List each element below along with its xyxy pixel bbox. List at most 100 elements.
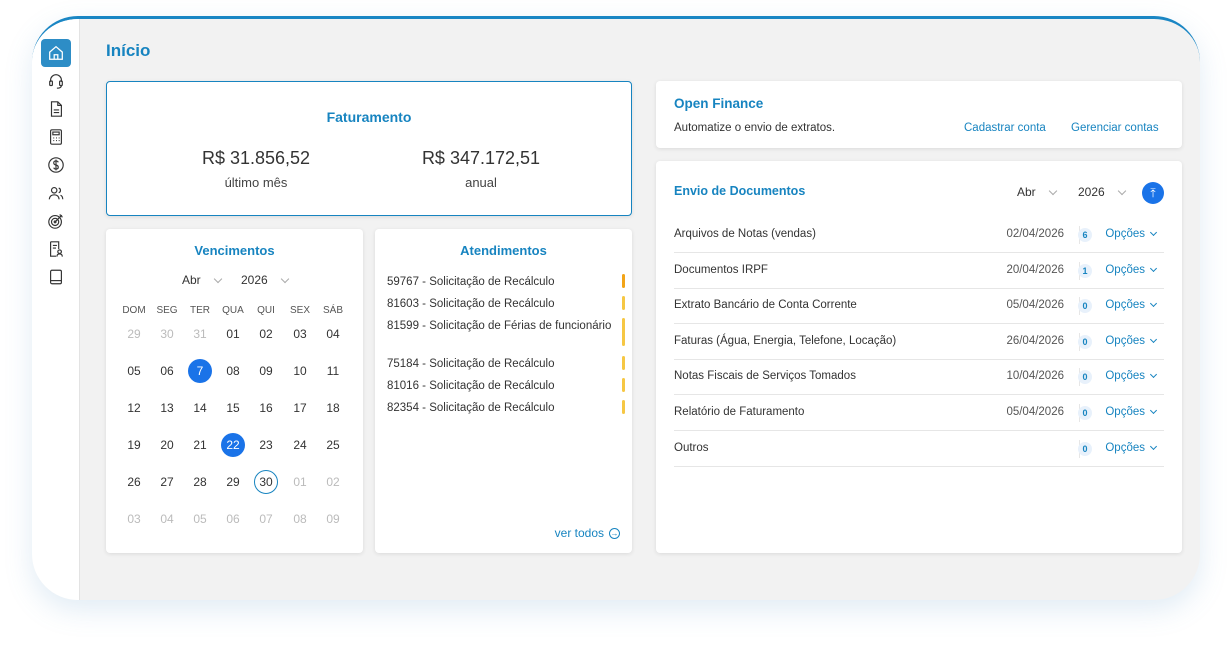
atendimento-item[interactable]: 75184 - Solicitação de Recálculo [387, 356, 625, 372]
calendar-day[interactable]: 10 [288, 359, 312, 383]
opcoes-dropdown[interactable]: Opções [1105, 370, 1158, 382]
calendar-day[interactable]: 06 [221, 507, 245, 531]
calendar-day[interactable]: 12 [122, 396, 146, 420]
calendar-day[interactable]: 16 [254, 396, 278, 420]
atendimento-item[interactable]: 81603 - Solicitação de Recálculo [387, 296, 625, 312]
calendar-day[interactable]: 29 [122, 322, 146, 346]
opcoes-dropdown[interactable]: Opções [1105, 406, 1158, 418]
faturamento-title: Faturamento [326, 109, 412, 125]
documento-row: Outros 0 Opções [674, 431, 1164, 467]
faturamento-anual-label: anual [465, 175, 497, 190]
envio-year-select[interactable]: 2026 [1078, 185, 1126, 199]
users-icon[interactable] [41, 179, 71, 207]
status-bar [622, 400, 625, 414]
calendar-day[interactable]: 02 [321, 470, 345, 494]
upload-button[interactable]: ⤒ [1142, 182, 1164, 204]
document-icon[interactable] [41, 95, 71, 123]
calendar-day[interactable]: 22 [221, 433, 245, 457]
calendar-day[interactable]: 20 [155, 433, 179, 457]
calendar-day[interactable]: 05 [188, 507, 212, 531]
calendar-day[interactable]: 21 [188, 433, 212, 457]
opcoes-dropdown[interactable]: Opções [1105, 228, 1158, 240]
calendar-day[interactable]: 15 [221, 396, 245, 420]
chevron-down-icon [1149, 300, 1158, 308]
atendimento-label: 82354 - Solicitação de Recálculo [387, 402, 555, 414]
calendar-day[interactable]: 07 [254, 507, 278, 531]
calendar-day[interactable]: 01 [288, 470, 312, 494]
calculator-icon[interactable] [41, 123, 71, 151]
calendar-day[interactable]: 09 [254, 359, 278, 383]
year-value: 2026 [1078, 185, 1105, 199]
calendar-day[interactable]: 08 [221, 359, 245, 383]
calendar-day[interactable]: 30 [155, 322, 179, 346]
calendar-day[interactable]: 19 [122, 433, 146, 457]
arrow-right-circle-icon: → [609, 527, 620, 539]
headset-icon[interactable] [41, 67, 71, 95]
status-bar [622, 274, 625, 288]
atendimento-item[interactable]: 81016 - Solicitação de Recálculo [387, 378, 625, 394]
calendar-day[interactable]: 14 [188, 396, 212, 420]
documento-name: Faturas (Água, Energia, Telefone, Locaçã… [674, 334, 897, 347]
atendimento-label: 59767 - Solicitação de Recálculo [387, 276, 555, 288]
opcoes-label: Opções [1105, 263, 1145, 276]
calendar-day[interactable]: 24 [288, 433, 312, 457]
calendar-day[interactable]: 28 [188, 470, 212, 494]
calendar-day[interactable]: 7 [188, 359, 212, 383]
calendar-day[interactable]: 03 [122, 507, 146, 531]
opcoes-dropdown[interactable]: Opções [1105, 263, 1158, 276]
gerenciar-contas-link[interactable]: Gerenciar contas [1071, 122, 1159, 134]
calendar-day[interactable]: 18 [321, 396, 345, 420]
documento-date: 05/04/2026 [1006, 406, 1064, 418]
year-value: 2026 [241, 273, 268, 287]
cadastrar-conta-link[interactable]: Cadastrar conta [964, 122, 1046, 134]
calendar-day[interactable]: 09 [321, 507, 345, 531]
envio-month-select[interactable]: Abr [1017, 185, 1057, 199]
calendar-day[interactable]: 06 [155, 359, 179, 383]
calendar-day[interactable]: 13 [155, 396, 179, 420]
opcoes-label: Opções [1105, 406, 1145, 418]
calendar-day[interactable]: 17 [288, 396, 312, 420]
opcoes-dropdown[interactable]: Opções [1105, 335, 1158, 347]
calendar-day[interactable]: 04 [321, 322, 345, 346]
calendar-day[interactable]: 23 [254, 433, 278, 457]
calendar-day[interactable]: 30 [254, 470, 278, 494]
envio-documentos-title: Envio de Documentos [674, 184, 806, 198]
page-title: Início [106, 41, 151, 60]
opcoes-label: Opções [1105, 441, 1145, 454]
documento-date: 05/04/2026 [1006, 299, 1064, 312]
vencimentos-month-select[interactable]: Abr [182, 273, 222, 287]
calendar-day[interactable]: 02 [254, 322, 278, 346]
documento-row: Extrato Bancário de Conta Corrente 05/04/… [674, 288, 1164, 325]
opcoes-dropdown[interactable]: Opções [1105, 441, 1158, 454]
atendimento-item[interactable]: 59767 - Solicitação de Recálculo [387, 274, 625, 290]
user-document-icon[interactable] [41, 235, 71, 263]
arrow-up-icon: ⤒ [1150, 186, 1156, 200]
ver-todos-link[interactable]: ver todos → [555, 526, 620, 540]
calendar-day[interactable]: 03 [288, 322, 312, 346]
home-icon[interactable] [41, 39, 71, 67]
calendar-day[interactable]: 05 [122, 359, 146, 383]
calendar-day[interactable]: 29 [221, 470, 245, 494]
chevron-down-icon [1149, 406, 1158, 415]
calendar-day[interactable]: 25 [321, 433, 345, 457]
chevron-down-icon [1149, 228, 1158, 237]
calendar-day[interactable]: 27 [155, 470, 179, 494]
vencimentos-year-select[interactable]: 2026 [241, 273, 289, 287]
calendar-day[interactable]: 11 [321, 359, 345, 383]
opcoes-dropdown[interactable]: Opções [1105, 299, 1158, 311]
chevron-down-icon [1149, 264, 1158, 272]
calendar-day[interactable]: 08 [288, 507, 312, 531]
calendar-day[interactable]: 01 [221, 322, 245, 346]
atendimento-item[interactable]: 82354 - Solicitação de Recálculo [387, 400, 625, 416]
atendimento-item[interactable]: 81599 - Solicitação de Férias de funcion… [387, 318, 625, 346]
dollar-icon[interactable] [41, 151, 71, 179]
target-icon[interactable] [41, 207, 71, 235]
status-bar [622, 318, 625, 346]
weekday-label: SEG [156, 305, 178, 316]
calendar-day[interactable]: 04 [155, 507, 179, 531]
calendar-day[interactable]: 26 [122, 470, 146, 494]
book-icon[interactable] [41, 263, 71, 291]
calendar-day[interactable]: 31 [188, 322, 212, 346]
documento-name: Documentos IRPF [674, 263, 768, 276]
faturamento-ultimo-mes-value: R$ 31.856,52 [201, 148, 311, 168]
